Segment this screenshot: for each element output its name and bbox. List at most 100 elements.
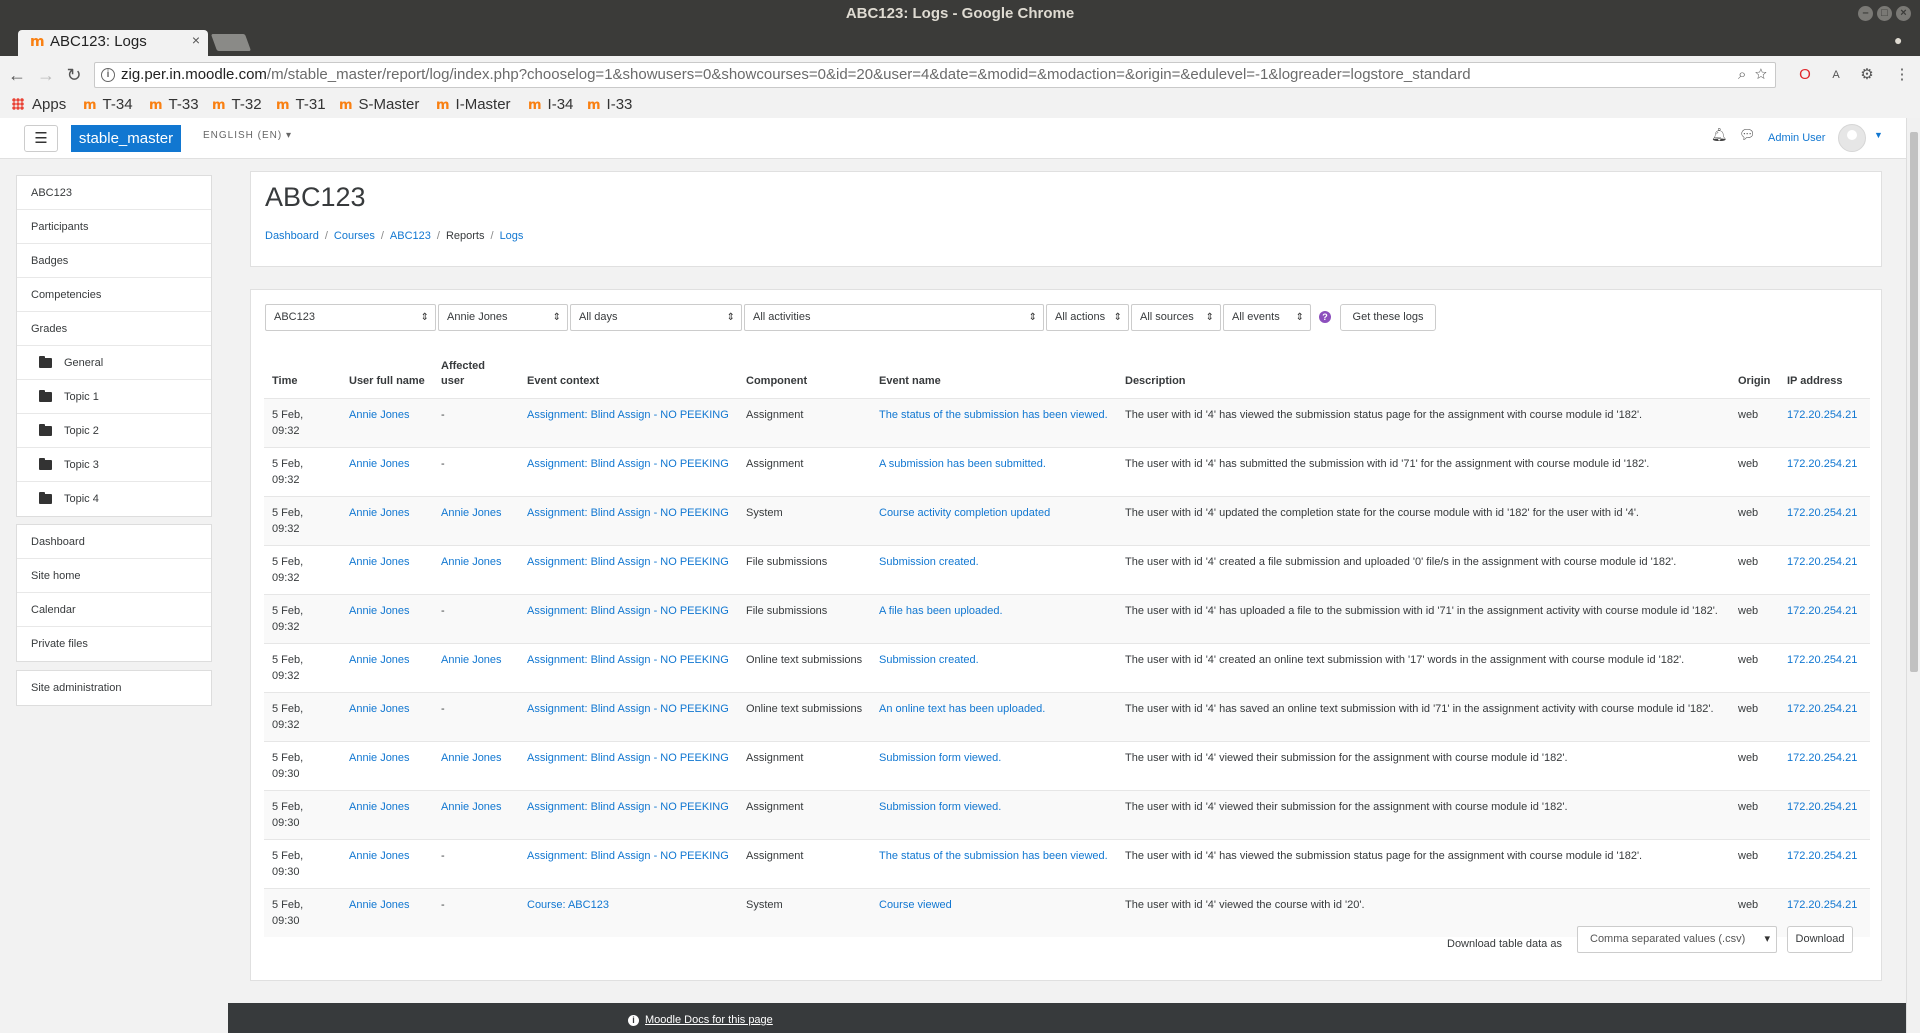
- edulevel-select[interactable]: All events: [1223, 304, 1311, 331]
- sidebar-item-topic-3[interactable]: Topic 3: [17, 448, 211, 482]
- course-select[interactable]: ABC123: [265, 304, 436, 331]
- sidebar-item-topic-4[interactable]: Topic 4: [17, 482, 211, 516]
- sidebar-item-grades[interactable]: Grades: [17, 312, 211, 346]
- sidebar-item-topic-2[interactable]: Topic 2: [17, 414, 211, 448]
- avatar[interactable]: [1838, 124, 1866, 152]
- site-name-button[interactable]: stable_master: [71, 125, 181, 152]
- forward-icon[interactable]: →: [35, 64, 57, 86]
- affected-user-link[interactable]: Annie Jones: [433, 495, 519, 545]
- user-link[interactable]: Annie Jones: [341, 740, 433, 790]
- language-menu[interactable]: ENGLISH (EN) ▾: [203, 130, 292, 141]
- settings-extension-icon[interactable]: ⚙: [1858, 66, 1876, 84]
- user-select[interactable]: Annie Jones: [438, 304, 568, 331]
- ip-address-link[interactable]: 172.20.254.21: [1779, 642, 1870, 692]
- reload-icon[interactable]: ↻: [63, 64, 85, 86]
- event-context-link[interactable]: Assignment: Blind Assign - NO PEEKING: [519, 691, 738, 741]
- event-name-link[interactable]: The status of the submission has been vi…: [871, 397, 1117, 447]
- bookmark-i33[interactable]: m I-33: [587, 96, 632, 113]
- page-scrollbar[interactable]: [1906, 118, 1920, 1033]
- sidebar-item-calendar[interactable]: Calendar: [17, 593, 211, 627]
- maximize-icon[interactable]: □: [1877, 6, 1892, 21]
- event-context-link[interactable]: Assignment: Blind Assign - NO PEEKING: [519, 838, 738, 888]
- user-link[interactable]: Annie Jones: [341, 642, 433, 692]
- affected-user-link[interactable]: Annie Jones: [433, 544, 519, 594]
- user-link[interactable]: Annie Jones: [341, 838, 433, 888]
- chrome-menu-icon[interactable]: ⋮: [1893, 66, 1911, 84]
- affected-user-link[interactable]: Annie Jones: [433, 740, 519, 790]
- user-link[interactable]: Annie Jones: [341, 397, 433, 447]
- event-context-link[interactable]: Assignment: Blind Assign - NO PEEKING: [519, 789, 738, 839]
- sidebar-item-competencies[interactable]: Competencies: [17, 278, 211, 312]
- event-name-link[interactable]: Submission created.: [871, 544, 1117, 594]
- user-menu-name[interactable]: Admin User: [1768, 132, 1825, 144]
- caret-down-icon[interactable]: ▼: [1874, 130, 1883, 140]
- date-select[interactable]: All days: [570, 304, 742, 331]
- sidebar-item-private-files[interactable]: Private files: [17, 627, 211, 661]
- translate-extension-icon[interactable]: A: [1827, 66, 1845, 84]
- breadcrumb-item-dashboard[interactable]: Dashboard: [265, 230, 319, 242]
- bookmark-t31[interactable]: m T-31: [276, 96, 326, 113]
- minimize-icon[interactable]: –: [1858, 6, 1873, 21]
- download-format-select[interactable]: Comma separated values (.csv): [1577, 926, 1777, 953]
- user-link[interactable]: Annie Jones: [341, 495, 433, 545]
- ip-address-link[interactable]: 172.20.254.21: [1779, 544, 1870, 594]
- breadcrumb-item-abc123[interactable]: ABC123: [390, 230, 431, 242]
- ip-address-link[interactable]: 172.20.254.21: [1779, 593, 1870, 643]
- event-name-link[interactable]: An online text has been uploaded.: [871, 691, 1117, 741]
- ip-address-link[interactable]: 172.20.254.21: [1779, 740, 1870, 790]
- moodle-docs-link[interactable]: i Moodle Docs for this page: [628, 1014, 773, 1026]
- user-link[interactable]: Annie Jones: [341, 789, 433, 839]
- affected-user-link[interactable]: Annie Jones: [433, 789, 519, 839]
- sidebar-item-abc123[interactable]: ABC123: [17, 176, 211, 210]
- affected-user-link[interactable]: Annie Jones: [433, 642, 519, 692]
- opera-extension-icon[interactable]: O: [1796, 66, 1814, 84]
- user-link[interactable]: Annie Jones: [341, 593, 433, 643]
- browser-tab[interactable]: m ABC123: Logs ×: [18, 30, 208, 56]
- event-name-link[interactable]: A submission has been submitted.: [871, 446, 1117, 496]
- event-context-link[interactable]: Assignment: Blind Assign - NO PEEKING: [519, 397, 738, 447]
- back-icon[interactable]: ←: [6, 64, 28, 86]
- activity-select[interactable]: All activities: [744, 304, 1044, 331]
- event-context-link[interactable]: Assignment: Blind Assign - NO PEEKING: [519, 593, 738, 643]
- action-select[interactable]: All actions: [1046, 304, 1129, 331]
- tab-close-icon[interactable]: ×: [192, 32, 200, 48]
- notification-bell-icon[interactable]: 🔔︎: [1711, 127, 1728, 143]
- bookmark-s-master[interactable]: m S-Master: [339, 96, 419, 113]
- event-name-link[interactable]: A file has been uploaded.: [871, 593, 1117, 643]
- sidebar-item-dashboard[interactable]: Dashboard: [17, 525, 211, 559]
- event-context-link[interactable]: Assignment: Blind Assign - NO PEEKING: [519, 544, 738, 594]
- bookmark-t33[interactable]: m T-33: [149, 96, 199, 113]
- origin-select[interactable]: All sources: [1131, 304, 1221, 331]
- ip-address-link[interactable]: 172.20.254.21: [1779, 495, 1870, 545]
- event-name-link[interactable]: Course activity completion updated: [871, 495, 1117, 545]
- zoom-icon[interactable]: ⌕: [1738, 66, 1746, 83]
- user-link[interactable]: Annie Jones: [341, 691, 433, 741]
- bookmark-star-icon[interactable]: ☆: [1755, 66, 1767, 83]
- bookmark-i-master[interactable]: m I-Master: [436, 96, 511, 113]
- scrollbar-thumb[interactable]: [1910, 132, 1918, 672]
- help-icon[interactable]: ?: [1319, 311, 1331, 323]
- ip-address-link[interactable]: 172.20.254.21: [1779, 397, 1870, 447]
- ip-address-link[interactable]: 172.20.254.21: [1779, 691, 1870, 741]
- event-name-link[interactable]: Submission created.: [871, 642, 1117, 692]
- site-info-icon[interactable]: i: [101, 68, 115, 82]
- messages-icon[interactable]: 💬︎: [1739, 127, 1756, 143]
- address-bar[interactable]: i zig.per.in.moodle.com/m/stable_master/r…: [94, 62, 1776, 88]
- download-button[interactable]: Download: [1787, 926, 1853, 953]
- bookmark-t32[interactable]: m T-32: [212, 96, 262, 113]
- new-tab-button[interactable]: [210, 34, 252, 51]
- event-name-link[interactable]: Submission form viewed.: [871, 789, 1117, 839]
- event-name-link[interactable]: Course viewed: [871, 887, 1117, 937]
- sidebar-item-site-home[interactable]: Site home: [17, 559, 211, 593]
- event-name-link[interactable]: Submission form viewed.: [871, 740, 1117, 790]
- bookmark-apps[interactable]: Apps: [12, 96, 66, 113]
- sidebar-item-badges[interactable]: Badges: [17, 244, 211, 278]
- user-link[interactable]: Annie Jones: [341, 446, 433, 496]
- sidebar-item-topic-1[interactable]: Topic 1: [17, 380, 211, 414]
- ip-address-link[interactable]: 172.20.254.21: [1779, 838, 1870, 888]
- bookmark-t34[interactable]: m T-34: [83, 96, 133, 113]
- event-context-link[interactable]: Assignment: Blind Assign - NO PEEKING: [519, 446, 738, 496]
- event-context-link[interactable]: Assignment: Blind Assign - NO PEEKING: [519, 642, 738, 692]
- sidebar-item-general[interactable]: General: [17, 346, 211, 380]
- event-name-link[interactable]: The status of the submission has been vi…: [871, 838, 1117, 888]
